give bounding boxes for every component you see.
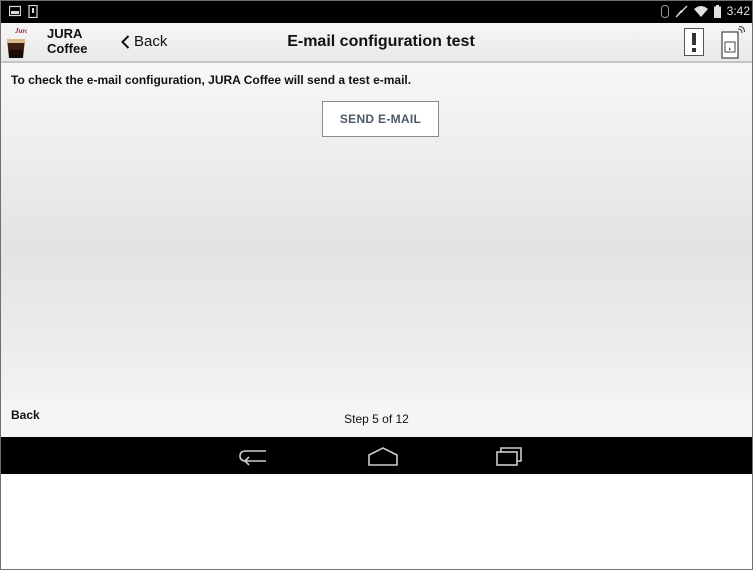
status-left-icons bbox=[9, 5, 38, 18]
send-email-button[interactable]: SEND E-MAIL bbox=[322, 101, 439, 137]
alert-button[interactable] bbox=[684, 28, 704, 56]
main-content: To check the e-mail configuration, JURA … bbox=[1, 63, 752, 400]
mute-icon bbox=[675, 5, 688, 17]
header-back-label: Back bbox=[134, 33, 168, 50]
exclamation-icon bbox=[692, 33, 696, 52]
page-title: E-mail configuration test bbox=[287, 33, 475, 50]
wizard-footer: Back Step 5 of 12 bbox=[1, 400, 752, 437]
status-time: 3:42 bbox=[726, 4, 750, 18]
wifi-icon bbox=[693, 6, 708, 17]
system-nav-bar bbox=[1, 437, 752, 474]
svg-text:Jura: Jura bbox=[14, 27, 27, 35]
image-notification-icon bbox=[9, 5, 21, 17]
app-name-line2: Coffee bbox=[47, 41, 88, 56]
app-header: Jura JURA Coffee Back E-mail configurati… bbox=[1, 23, 752, 63]
phone-notification-icon bbox=[28, 5, 38, 18]
header-back-button[interactable]: Back bbox=[121, 33, 167, 50]
app-name-line1: JURA bbox=[47, 26, 83, 41]
blank-area bbox=[1, 474, 752, 569]
status-bar: 3:42 bbox=[1, 1, 752, 23]
recents-nav-icon[interactable] bbox=[489, 444, 529, 468]
battery-icon bbox=[713, 4, 721, 18]
coffee-machine-icon[interactable] bbox=[719, 26, 745, 60]
info-text: To check the e-mail configuration, JURA … bbox=[11, 73, 412, 87]
home-nav-icon[interactable] bbox=[363, 444, 403, 468]
step-indicator: Step 5 of 12 bbox=[344, 412, 409, 426]
app-name: JURA Coffee bbox=[47, 26, 87, 56]
jura-logo-icon: Jura bbox=[7, 27, 27, 58]
bluetooth-icon bbox=[660, 4, 669, 18]
status-right-icons: 3:42 bbox=[660, 4, 750, 18]
back-nav-icon[interactable] bbox=[236, 444, 276, 468]
chevron-left-icon bbox=[121, 34, 130, 49]
